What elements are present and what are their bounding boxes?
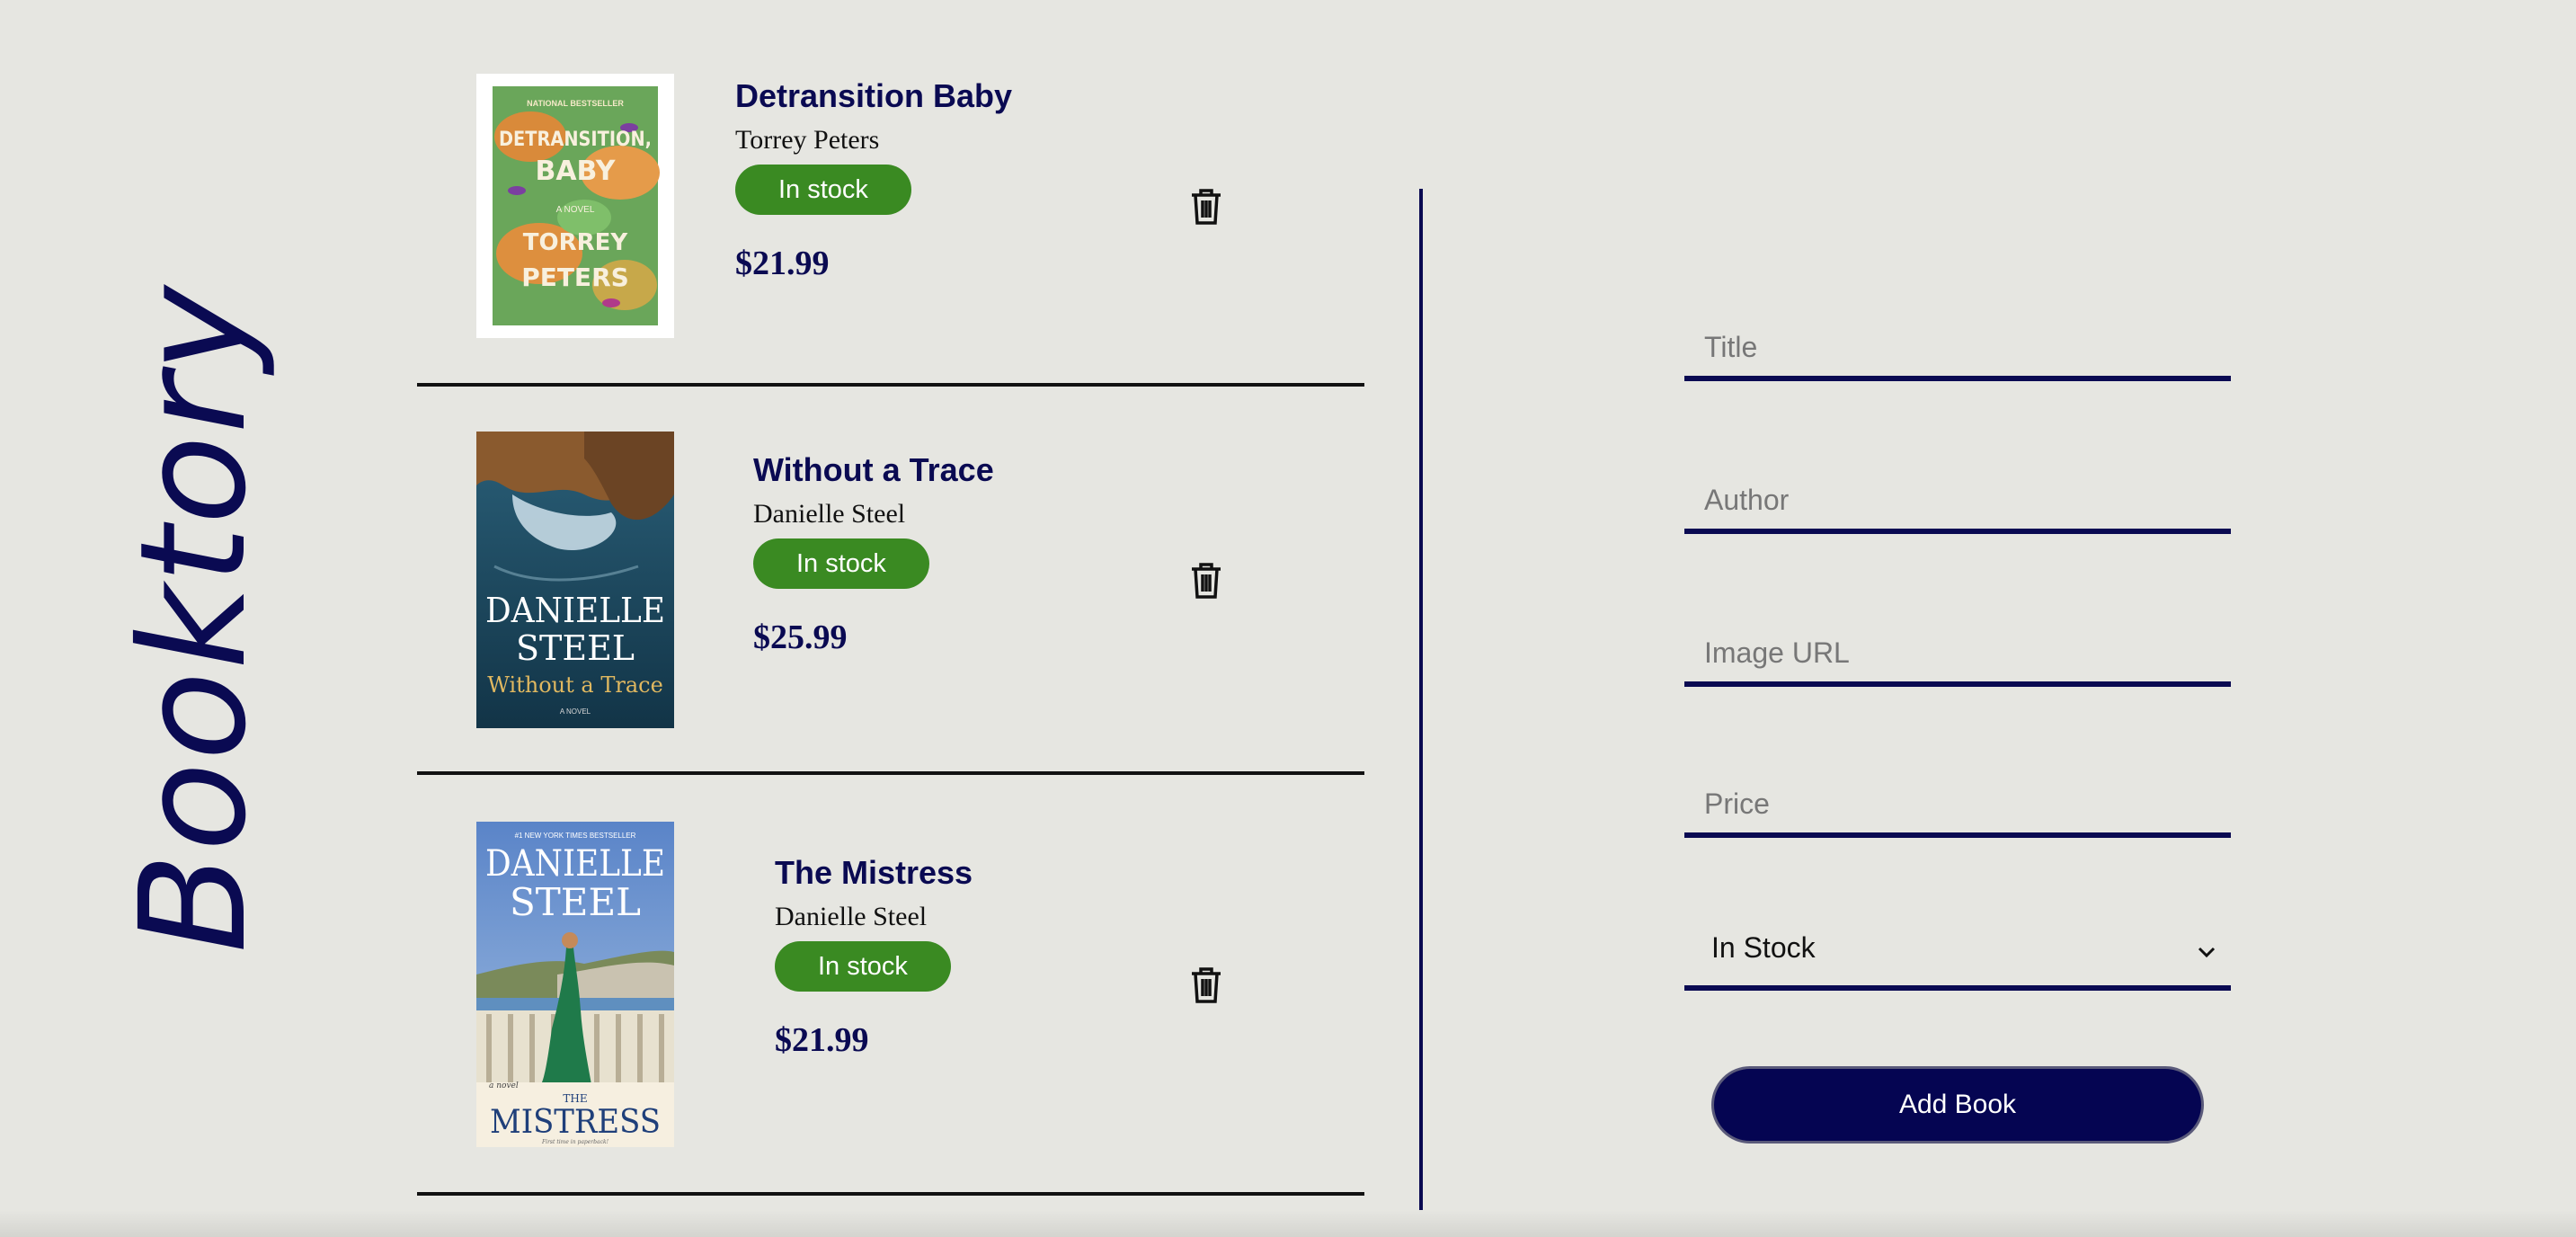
trash-icon[interactable] (1188, 561, 1224, 601)
svg-text:MISTRESS: MISTRESS (490, 1104, 661, 1141)
cover-text: #1 NEW YORK TIMES BESTSELLER (515, 832, 636, 840)
app-root: Booktory NATIONAL BESTSELLER DETRANSITIO… (0, 0, 2576, 1237)
book-title: The Mistress (775, 854, 973, 891)
author-field-wrapper (1684, 453, 2231, 534)
svg-text:DANIELLE: DANIELLE (485, 843, 665, 885)
stock-select[interactable]: In Stock (1684, 897, 2231, 991)
stock-badge: In stock (735, 165, 911, 216)
book-author: Danielle Steel (775, 902, 928, 932)
brand-logo: Booktory (110, 283, 279, 954)
book-cover: NATIONAL BESTSELLER DETRANSITION, BABY A… (476, 74, 674, 338)
add-book-form: In Stock Add Book (1684, 0, 2231, 1237)
cover-text: a novel (489, 1081, 519, 1090)
book-author: Danielle Steel (753, 499, 906, 530)
chevron-down-icon (2195, 940, 2218, 964)
price-input[interactable] (1684, 757, 2231, 832)
title-field-wrapper (1684, 300, 2231, 381)
svg-text:THE: THE (563, 1092, 587, 1105)
book-title: Without a Trace (753, 451, 994, 488)
book-price: $25.99 (753, 618, 848, 657)
book-card: DANIELLE STEEL Without a Trace A NOVEL W… (417, 388, 1366, 777)
book-cover: #1 NEW YORK TIMES BESTSELLER DANIELLE ST… (476, 822, 674, 1147)
cover-text: NATIONAL BESTSELLER (527, 99, 624, 108)
book-info: The Mistress Danielle Steel In stock $21… (775, 854, 973, 1060)
book-author: Torrey Peters (735, 125, 880, 156)
svg-text:BABY: BABY (535, 156, 616, 187)
add-book-button[interactable]: Add Book (1711, 1066, 2204, 1144)
svg-text:DETRANSITION,: DETRANSITION, (499, 129, 652, 151)
book-card: #1 NEW YORK TIMES BESTSELLER DANIELLE ST… (417, 777, 1366, 1199)
divider (417, 1192, 1364, 1196)
vertical-separator (1419, 189, 1423, 1237)
trash-icon[interactable] (1188, 966, 1224, 1005)
bottom-shadow (0, 1210, 2576, 1237)
stock-select-value: In Stock (1711, 931, 1816, 964)
svg-text:PETERS: PETERS (521, 263, 629, 292)
book-title: Detransition Baby (735, 77, 1013, 114)
trash-icon[interactable] (1188, 187, 1224, 227)
cover-text: A NOVEL (560, 707, 591, 716)
book-info: Without a Trace Danielle Steel In stock … (753, 451, 994, 657)
cover-text: Without a Trace (487, 672, 663, 698)
image-url-field-wrapper (1684, 606, 2231, 687)
svg-text:TORREY: TORREY (523, 229, 629, 256)
price-field-wrapper (1684, 757, 2231, 838)
book-price: $21.99 (775, 1021, 869, 1060)
cover-text: A NOVEL (556, 205, 595, 215)
book-info: Detransition Baby Torrey Peters In stock… (735, 77, 1012, 283)
svg-text:DANIELLE: DANIELLE (485, 591, 665, 630)
author-input[interactable] (1684, 453, 2231, 529)
book-cover: DANIELLE STEEL Without a Trace A NOVEL (476, 432, 674, 728)
stock-badge: In stock (775, 941, 951, 992)
cover-text: First time in paperback! (541, 1139, 609, 1145)
title-input[interactable] (1684, 300, 2231, 376)
svg-text:STEEL: STEEL (516, 628, 635, 668)
svg-text:STEEL: STEEL (510, 880, 641, 924)
book-list: NATIONAL BESTSELLER DETRANSITION, BABY A… (417, 0, 1366, 1237)
divider (417, 383, 1364, 387)
divider (417, 771, 1364, 775)
book-card: NATIONAL BESTSELLER DETRANSITION, BABY A… (417, 0, 1366, 388)
image-url-input[interactable] (1684, 606, 2231, 681)
book-price: $21.99 (735, 245, 830, 283)
stock-badge: In stock (753, 538, 929, 590)
